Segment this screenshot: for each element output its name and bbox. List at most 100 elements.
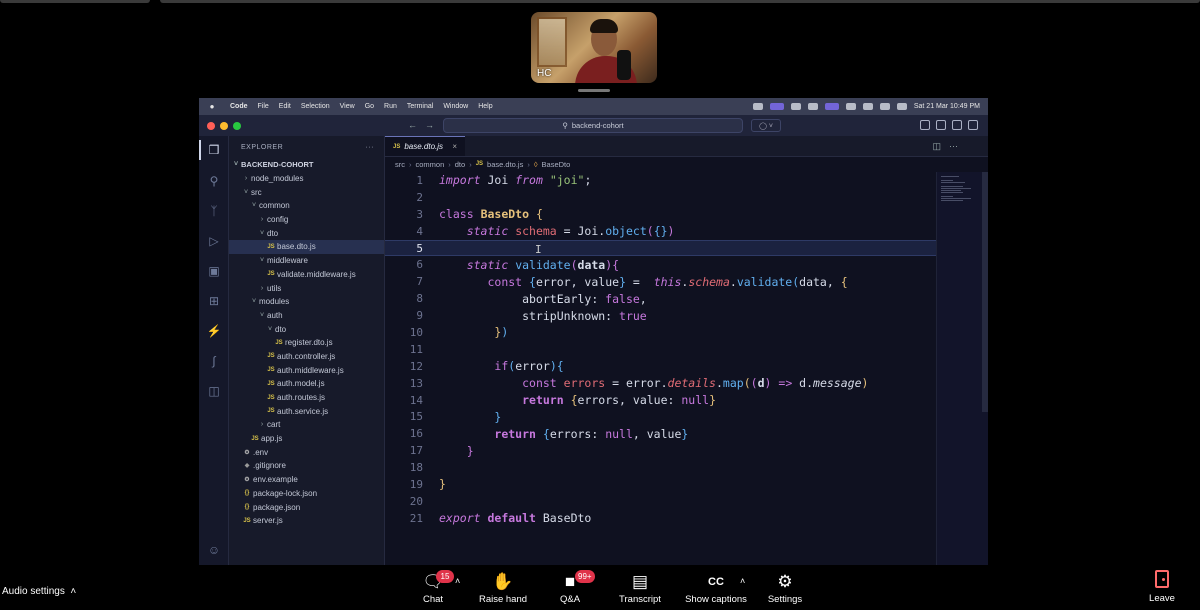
control-center-icon[interactable]	[896, 103, 907, 110]
chevron-right-icon: ›	[527, 159, 530, 169]
tree-file[interactable]: JS auth.middleware.js	[229, 363, 384, 377]
tree-file[interactable]: ◆ .gitignore	[229, 459, 384, 473]
settings-button[interactable]: ⚙ Settings	[750, 570, 820, 605]
more-actions-icon[interactable]: ···	[366, 144, 385, 151]
raise-hand-button[interactable]: ✋ Raise hand	[468, 570, 538, 605]
tree-file[interactable]: JS app.js	[229, 432, 384, 446]
close-window-button[interactable]	[207, 121, 215, 130]
chevron-up-icon[interactable]: ˄	[455, 576, 460, 586]
status-icon[interactable]	[769, 103, 784, 110]
participant-video-tile[interactable]: HC	[531, 12, 657, 83]
breadcrumb-item[interactable]: dto	[455, 160, 465, 169]
status-icon[interactable]	[824, 103, 839, 110]
breadcrumb-item[interactable]: BaseDto	[542, 160, 571, 169]
tree-file[interactable]: JS auth.controller.js	[229, 350, 384, 364]
menu-item-file[interactable]: File	[253, 103, 274, 110]
tree-folder[interactable]: ˅ common	[229, 199, 384, 213]
run-debug-icon[interactable]: ▷	[206, 233, 222, 249]
tree-folder[interactable]: ˅ dto	[229, 322, 384, 336]
code-view[interactable]: 1 import Joi from "joi"; 2 3 class BaseDto…	[385, 172, 945, 527]
tree-folder[interactable]: ˅ auth	[229, 309, 384, 323]
tree-file[interactable]: JS base.dto.js	[229, 240, 384, 254]
tree-folder[interactable]: ˅ modules	[229, 295, 384, 309]
menu-item-run[interactable]: Run	[379, 103, 402, 110]
tree-file[interactable]: JS auth.service.js	[229, 404, 384, 418]
status-icon[interactable]	[807, 103, 818, 110]
tree-file[interactable]: ⚙ .env	[229, 445, 384, 459]
menu-item-code[interactable]: Code	[225, 103, 253, 110]
search-icon[interactable]	[879, 103, 890, 110]
command-center[interactable]: ⚲ backend-cohort	[443, 118, 743, 133]
leave-button[interactable]: Leave	[1139, 570, 1185, 604]
command-center-label: backend-cohort	[571, 121, 624, 130]
menu-item-terminal[interactable]: Terminal	[402, 103, 438, 110]
menu-item-selection[interactable]: Selection	[296, 103, 335, 110]
qa-button[interactable]: ■ Q&A 99+	[535, 570, 605, 605]
status-icon[interactable]	[790, 103, 801, 110]
database-icon[interactable]: ◫	[206, 383, 222, 399]
menu-datetime[interactable]: Sat 21 Mar 10:49 PM	[914, 103, 980, 110]
maximize-window-button[interactable]	[233, 121, 241, 130]
video-drag-handle[interactable]	[578, 89, 610, 92]
breadcrumb-item[interactable]: src	[395, 160, 405, 169]
toggle-sidebar-icon[interactable]	[936, 120, 946, 130]
tree-file[interactable]: ⚙ env.example	[229, 473, 384, 487]
tree-file[interactable]: JS auth.routes.js	[229, 391, 384, 405]
audio-settings-button[interactable]: Audio settings ˄	[2, 586, 76, 597]
tree-file[interactable]: {} package-lock.json	[229, 487, 384, 501]
nav-arrows-icon[interactable]: ←→	[408, 120, 442, 130]
menu-item-edit[interactable]: Edit	[274, 103, 296, 110]
shared-screen: ● Code File Edit Selection View Go Run T…	[199, 98, 988, 565]
tree-file[interactable]: JS validate.middleware.js	[229, 268, 384, 282]
tree-folder[interactable]: ˅ middleware	[229, 254, 384, 268]
account-icon[interactable]: ☺	[206, 542, 222, 558]
tree-file[interactable]: JS auth.model.js	[229, 377, 384, 391]
testing-icon[interactable]: ∫	[206, 353, 222, 369]
toggle-panel-icon[interactable]	[952, 120, 962, 130]
minimap-scroll-thumb[interactable]	[982, 172, 988, 412]
tree-folder[interactable]: › utils	[229, 281, 384, 295]
layout-icon[interactable]	[920, 120, 930, 130]
search-icon[interactable]: ⚲	[206, 173, 222, 189]
tree-item-label: app.js	[261, 434, 283, 444]
status-icon[interactable]	[752, 103, 763, 110]
tree-file[interactable]: {} package.json	[229, 500, 384, 514]
menu-item-view[interactable]: View	[335, 103, 360, 110]
tree-item-label: dto	[267, 228, 279, 238]
code-line: 16 return {errors: null, value}	[409, 426, 689, 441]
chevron-up-icon[interactable]: ˄	[740, 576, 745, 586]
source-control-icon[interactable]: ᛉ	[206, 203, 222, 219]
split-editor-icon[interactable]: ◫	[932, 141, 941, 152]
project-root[interactable]: ˅ BACKEND-COHORT	[229, 158, 384, 172]
menu-item-window[interactable]: Window	[438, 103, 473, 110]
tree-folder[interactable]: › config	[229, 213, 384, 227]
tree-file[interactable]: JS server.js	[229, 514, 384, 528]
menu-item-go[interactable]: Go	[360, 103, 379, 110]
tree-folder[interactable]: › cart	[229, 418, 384, 432]
battery-icon[interactable]	[845, 103, 856, 110]
js-file-icon: JS	[267, 394, 275, 401]
wifi-icon[interactable]	[862, 103, 873, 110]
explorer-icon[interactable]: ❒	[199, 140, 222, 160]
menu-item-help[interactable]: Help	[473, 103, 497, 110]
tree-folder[interactable]: ˅ dto	[229, 226, 384, 240]
breadcrumb-item[interactable]: base.dto.js	[487, 160, 523, 169]
close-icon[interactable]: ×	[452, 142, 457, 151]
tree-folder[interactable]: › node_modules	[229, 172, 384, 186]
copilot-button[interactable]: ◯ ˅	[751, 119, 781, 132]
tab-base-dto[interactable]: JS base.dto.js ×	[385, 136, 465, 156]
toggle-secondary-sidebar-icon[interactable]	[968, 120, 978, 130]
transcript-button[interactable]: ▤ Transcript	[605, 570, 675, 605]
code-line: 15 }	[409, 409, 502, 424]
remote-explorer-icon[interactable]: ▣	[206, 263, 222, 279]
thunder-icon[interactable]: ⚡	[206, 323, 222, 339]
more-actions-icon[interactable]: ···	[949, 141, 958, 151]
minimap[interactable]	[936, 172, 988, 565]
tree-file[interactable]: JS register.dto.js	[229, 336, 384, 350]
tree-folder[interactable]: ˅ src	[229, 185, 384, 199]
apple-icon[interactable]: ●	[199, 102, 225, 111]
minimize-window-button[interactable]	[220, 121, 228, 130]
chevron-right-icon: ›	[260, 421, 264, 429]
extensions-icon[interactable]: ⊞	[206, 293, 222, 309]
breadcrumb-item[interactable]: common	[416, 160, 445, 169]
